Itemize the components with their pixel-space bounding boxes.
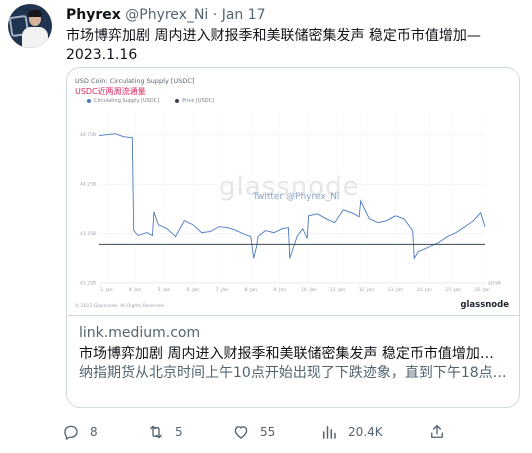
x-tick-label: 5. Jan <box>158 287 171 293</box>
card-title: 市场博弈加剧 周内进入财报季和美联储密集发声 稳定币市值增加—20... <box>79 346 507 362</box>
like-button[interactable]: 55 <box>232 421 275 443</box>
tweet-text: 市场博弈加剧 周内进入财报季和美联储密集发声 稳定币市值增加— 2023.1.1… <box>66 27 506 65</box>
chart-overlay-handle: Twitter @Phyrex_Ni <box>253 192 340 202</box>
retweet-count: 5 <box>175 425 183 439</box>
x-tick-label: 7. Jan <box>216 287 229 293</box>
views-count: 20.4K <box>348 425 383 439</box>
link-card[interactable]: USD Coin: Circulating Supply [USDC] USDC… <box>66 67 520 408</box>
tweet-text-line: 市场博弈加剧 周内进入财报季和美联储密集发声 稳定币市值增加— <box>66 28 481 44</box>
y-tick-label: 44.75B <box>80 132 96 138</box>
share-button[interactable] <box>428 421 446 443</box>
tweet-date[interactable]: Jan 17 <box>222 7 266 23</box>
like-icon <box>234 426 248 439</box>
x-tick-label: 9. Jan <box>273 287 286 293</box>
x-tick-label: 14. Jan <box>417 287 433 293</box>
author-handle[interactable]: @Phyrex_Ni <box>125 7 208 23</box>
like-count: 55 <box>260 425 276 439</box>
tweet-actions: 8 5 55 20.4K <box>62 421 452 443</box>
reply-count: 8 <box>90 425 98 439</box>
views-button[interactable]: 20.4K <box>320 421 383 443</box>
x-tick-label: 8. Jan <box>244 287 257 293</box>
x-tick-label: 15. Jan <box>445 287 461 293</box>
card-chart-image[interactable]: USD Coin: Circulating Supply [USDC] USDC… <box>67 68 519 315</box>
y-tick-label: 43.75B <box>80 231 96 237</box>
chart-footer: © 2023 Glassnode. All Rights Reserved. <box>75 304 166 309</box>
reply-icon <box>64 425 78 440</box>
x-tick-label: 13. Jan <box>388 287 404 293</box>
tweet-text-line: 2023.1.16 <box>66 47 138 63</box>
chart-brand-logo: glassnode <box>460 300 509 310</box>
reply-button[interactable]: 8 <box>62 421 98 443</box>
retweet-icon <box>150 425 162 439</box>
x-tick-label: 12. Jan <box>359 287 375 293</box>
x-tick-label: 3. Jan <box>100 287 113 293</box>
x-tick-label: 10. Jan <box>301 287 317 293</box>
avatar-hair <box>28 10 42 17</box>
views-icon <box>323 426 336 439</box>
share-icon <box>431 424 443 438</box>
x-tick-label: 11. Jan <box>330 287 346 293</box>
x-tick-label: 4. Jan <box>129 287 142 293</box>
card-meta[interactable]: link.medium.com 市场博弈加剧 周内进入财报季和美联储密集发声 稳… <box>67 315 519 407</box>
avatar[interactable] <box>8 4 52 48</box>
avatar-body <box>22 27 48 48</box>
tweet-header: Phyrex @Phyrex_Ni · Jan 17 <box>66 7 266 23</box>
retweet-button[interactable]: 5 <box>147 421 183 443</box>
y-tick-label: 44.25B <box>80 182 96 188</box>
card-domain: link.medium.com <box>79 325 201 341</box>
author-name[interactable]: Phyrex <box>66 7 121 23</box>
x-tick-label: 16. Jan <box>474 287 490 293</box>
y-tick-label: 43.25B <box>80 281 96 287</box>
y-right-tick-label: $0.94 <box>488 281 501 287</box>
card-description: 纳指期货从北京时间上午10点开始出现了下跌迹象，直到下午18点左右开始反弹，从时… <box>79 365 507 381</box>
header-separator: · <box>212 7 218 23</box>
x-tick-label: 6. Jan <box>187 287 200 293</box>
